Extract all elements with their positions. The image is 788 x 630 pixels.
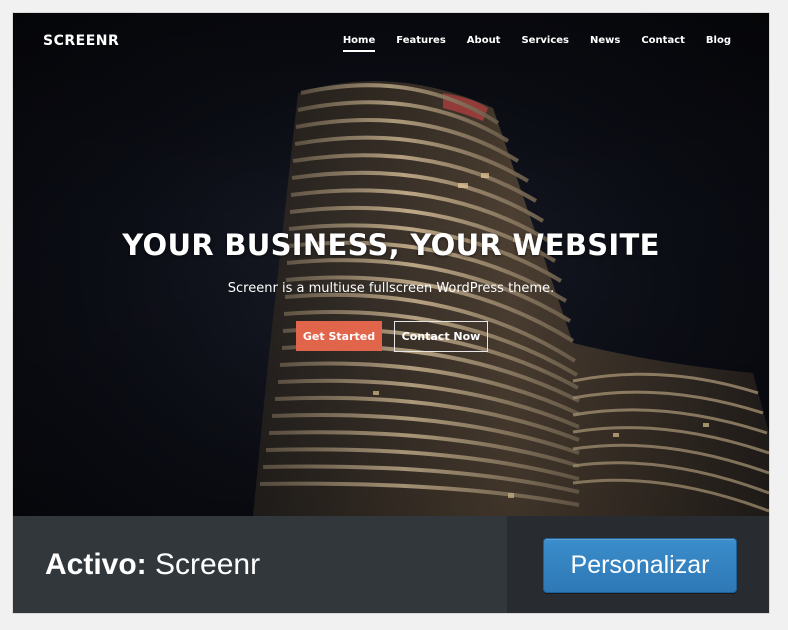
nav-blog[interactable]: Blog [706,35,731,52]
theme-name: Screenr [155,548,261,581]
hero-building-image [253,81,769,516]
theme-screenshot[interactable]: SCREENR Home Features About Services New… [13,13,769,516]
theme-actions: Personalizar [507,516,769,613]
hero-title: YOUR BUSINESS, YOUR WEBSITE [122,228,660,262]
get-started-button[interactable]: Get Started [296,321,382,351]
customize-button[interactable]: Personalizar [543,538,737,593]
hero-subtitle: Screenr is a multiuse fullscreen WordPre… [227,281,555,296]
nav-news[interactable]: News [590,35,620,52]
contact-now-button[interactable]: Contact Now [394,321,488,352]
active-prefix: Activo: [45,548,147,581]
nav-home[interactable]: Home [342,35,376,52]
nav-contact[interactable]: Contact [641,35,685,52]
nav-features[interactable]: Features [396,35,446,52]
nav-about[interactable]: About [467,35,501,52]
nav-services[interactable]: Services [521,35,569,52]
theme-footer: Activo: Screenr Personalizar [13,516,769,613]
site-logo[interactable]: SCREENR [43,33,119,49]
theme-card[interactable]: SCREENR Home Features About Services New… [12,12,770,614]
active-theme-label: Activo: Screenr [45,548,260,582]
site-nav: Home Features About Services News Contac… [342,35,731,52]
